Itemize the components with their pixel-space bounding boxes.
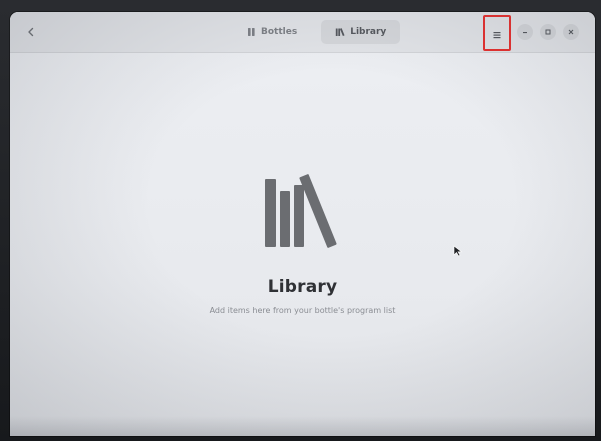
tab-library[interactable]: Library [321,20,401,44]
minimize-button[interactable] [517,24,533,40]
bottles-window: Bottles Library Library Add items here f… [10,12,595,436]
status-title: Library [267,277,338,297]
close-icon [568,29,574,35]
library-content: Library Add items here from your bottle'… [10,53,595,436]
hamburger-menu-icon [493,32,501,39]
bottles-icon [247,27,256,37]
status-description: Add items here from your bottle's progra… [209,306,396,315]
main-menu-button[interactable] [484,18,510,52]
library-icon [335,27,345,37]
close-button[interactable] [563,24,579,40]
status-page: Library Add items here from your bottle'… [10,173,595,315]
maximize-button[interactable] [540,24,556,40]
view-switcher: Bottles Library [233,20,401,44]
mouse-pointer-icon [453,245,463,257]
back-button[interactable] [20,21,42,43]
headerbar: Bottles Library [10,12,595,53]
tab-bottles-label: Bottles [261,27,298,37]
tab-bottles[interactable]: Bottles [233,20,311,44]
library-books-icon [264,174,337,248]
minimize-icon [523,32,527,34]
maximize-icon [545,29,551,35]
go-back-icon [28,27,34,37]
tab-library-label: Library [350,27,387,37]
